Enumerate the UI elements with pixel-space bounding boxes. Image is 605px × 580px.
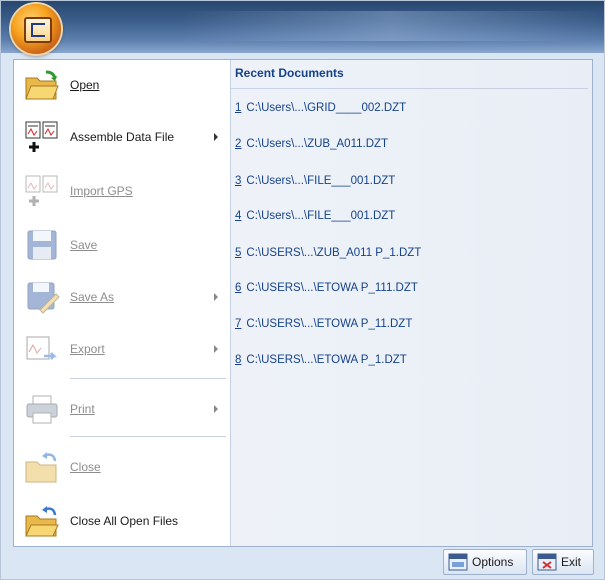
recent-document-item[interactable]: 5 C:\USERS\...\ZUB_A011 P_1.DZT [235,247,421,267]
menu-item-label: Export [70,342,105,356]
save-as-icon [27,282,60,314]
options-label: Options [472,555,514,569]
menu-separator [70,378,226,379]
recent-documents-header: Recent Documents [235,66,344,80]
import-gps-icon [25,175,58,206]
exit-button[interactable]: Exit [532,549,594,575]
menu-item-label: Print [70,402,95,416]
recent-document-item[interactable]: 8 C:\USERS\...\ETOWA P_1.DZT [235,354,407,374]
app-logo-icon [24,17,52,43]
submenu-arrow-icon [214,405,218,413]
title-bar-glow [181,11,601,41]
menu-item-label: Save As [70,290,115,304]
submenu-arrow-icon [214,133,218,141]
recent-document-path: C:\Users\...\FILE___001.DZT [246,210,396,222]
export-icon [26,336,58,360]
menu-item-print[interactable]: Print [14,384,230,434]
recent-document-path: C:\USERS\...\ETOWA P_1.DZT [246,354,407,366]
submenu-arrow-icon [214,293,218,301]
recent-document-path: C:\USERS\...\ETOWA P_111.DZT [246,282,418,294]
menu-item-label: Close All Open Files [70,514,179,528]
recent-document-path: C:\USERS\...\ZUB_A011 P_1.DZT [246,247,422,259]
menu-commands-pane: Open Assemble Data File Import GPS Save … [14,60,231,546]
recent-document-path: C:\Users\...\ZUB_A011.DZT [246,138,389,150]
recent-document-item[interactable]: 1 C:\Users\...\GRID____002.DZT [235,102,406,122]
recent-document-path: C:\USERS\...\ETOWA P_11.DZT [246,318,413,330]
menu-item-save[interactable]: Save [14,220,230,270]
recent-document-path: C:\Users\...\FILE___001.DZT [246,175,396,187]
recent-document-path: C:\Users\...\GRID____002.DZT [246,102,407,114]
recent-documents-divider [231,88,588,89]
title-bar [1,1,604,53]
close-folder-icon [25,452,57,483]
menu-item-close-all-open-files[interactable]: Close All Open Files [14,496,230,546]
menu-item-assemble-data-file[interactable]: Assemble Data File [14,112,230,162]
recent-document-item[interactable]: 2 C:\Users\...\ZUB_A011.DZT [235,138,388,158]
menu-item-label: Assemble Data File [70,130,175,144]
close-all-folder-icon [25,506,59,537]
menu-item-export[interactable]: Export [14,324,230,374]
menu-item-label: Close [70,460,101,474]
exit-icon [537,553,557,571]
recent-document-item[interactable]: 3 C:\Users\...\FILE___001.DZT [235,175,395,195]
recent-document-item[interactable]: 4 C:\Users\...\FILE___001.DZT [235,210,395,230]
menu-item-label: Save [70,238,98,252]
options-button[interactable]: Options [443,549,527,575]
open-folder-icon [25,70,59,100]
exit-label: Exit [561,555,582,569]
assemble-data-file-icon [25,121,58,152]
menu-item-close[interactable]: Close [14,442,230,492]
recent-document-item[interactable]: 6 C:\USERS\...\ETOWA P_111.DZT [235,282,418,302]
printer-icon [26,395,58,424]
recent-documents-pane: Recent Documents 1 C:\Users\...\GRID____0… [231,60,592,546]
application-menu: Open Assemble Data File Import GPS Save … [13,59,593,547]
application-button[interactable] [11,4,61,54]
menu-item-label: Import GPS [70,184,133,198]
menu-item-save-as[interactable]: Save As [14,272,230,322]
submenu-arrow-icon [214,345,218,353]
menu-item-import-gps[interactable]: Import GPS [14,166,230,216]
floppy-disk-icon [27,230,57,260]
recent-document-item[interactable]: 7 C:\USERS\...\ETOWA P_11.DZT [235,318,412,338]
options-icon [448,553,468,571]
menu-separator [70,436,226,437]
menu-item-label: Open [70,78,100,92]
menu-item-open[interactable]: Open [14,60,230,110]
application-menu-window: Open Assemble Data File Import GPS Save … [0,0,605,580]
